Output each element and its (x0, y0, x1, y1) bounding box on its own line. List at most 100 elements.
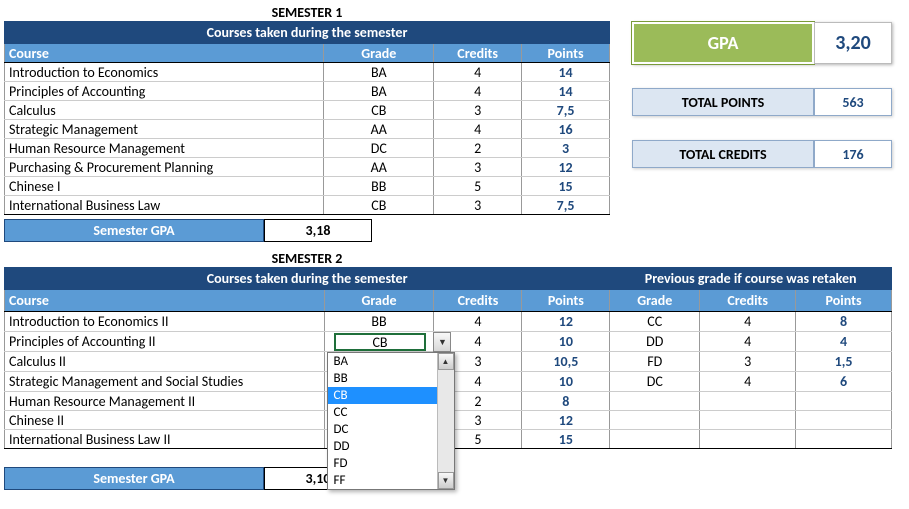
cell-course[interactable]: Principles of Accounting (5, 82, 324, 101)
table-row: Principles of Accounting II CB ▼ BABBCBC… (5, 332, 892, 352)
table-row: International Business LawCB37,5 (5, 196, 610, 215)
cell-prev-grade[interactable] (610, 392, 700, 411)
cell-course[interactable]: Strategic Management and Social Studies (5, 372, 325, 392)
cell-course[interactable]: International Business Law II (5, 430, 325, 449)
cell-credits[interactable]: 3 (434, 158, 522, 177)
cell-prev-credits[interactable]: 4 (700, 332, 796, 352)
cell-grade[interactable]: AA (324, 158, 434, 177)
scroll-up-button[interactable]: ▲ (438, 353, 454, 370)
cell-points: 14 (522, 82, 610, 101)
cell-prev-points: 4 (796, 332, 892, 352)
col-points: Points (522, 290, 610, 312)
cell-course[interactable]: Calculus (5, 101, 324, 120)
total-points-value: 563 (814, 88, 892, 116)
cell-prev-credits[interactable] (700, 411, 796, 430)
cell-prev-credits[interactable]: 4 (700, 312, 796, 332)
cell-grade[interactable]: BA (324, 82, 434, 101)
cell-grade[interactable]: BB (324, 177, 434, 196)
dropdown-option[interactable]: DC (328, 421, 454, 438)
cell-course[interactable]: Purchasing & Procurement Planning (5, 158, 324, 177)
cell-points: 15 (522, 177, 610, 196)
dropdown-toggle-button[interactable]: ▼ (433, 332, 451, 352)
cell-credits[interactable]: 3 (434, 101, 522, 120)
cell-prev-grade[interactable] (610, 430, 700, 449)
cell-course[interactable]: International Business Law (5, 196, 324, 215)
cell-grade[interactable]: CB (324, 196, 434, 215)
cell-prev-credits[interactable] (700, 392, 796, 411)
summary-block: GPA 3,20 TOTAL POINTS 563 TOTAL CREDITS … (632, 4, 892, 242)
dropdown-option[interactable]: CC (328, 404, 454, 421)
cell-prev-grade[interactable] (610, 411, 700, 430)
cell-course[interactable]: Introduction to Economics II (5, 312, 325, 332)
table-row: Introduction to EconomicsBA414 (5, 63, 610, 82)
cell-credits[interactable]: 2 (434, 139, 522, 158)
cell-points: 10,5 (522, 352, 610, 372)
dropdown-option[interactable]: BA (328, 353, 454, 370)
cell-points: 8 (522, 392, 610, 411)
cell-points: 10 (522, 372, 610, 392)
cell-points: 12 (522, 158, 610, 177)
grade-dropdown-list[interactable]: BABBCBCCDCDDFDFF ▲ ▼ (327, 352, 455, 490)
cell-points: 16 (522, 120, 610, 139)
total-points-label: TOTAL POINTS (632, 88, 814, 116)
cell-points: 7,5 (522, 101, 610, 120)
col-course: Course (5, 44, 324, 63)
dropdown-option[interactable]: DD (328, 438, 454, 455)
cell-course[interactable]: Introduction to Economics (5, 63, 324, 82)
dropdown-option[interactable]: CB (328, 387, 454, 404)
cell-credits[interactable]: 4 (434, 82, 522, 101)
table-row: Principles of AccountingBA414 (5, 82, 610, 101)
cell-prev-grade[interactable]: CC (610, 312, 700, 332)
cell-points: 10 (522, 332, 610, 352)
cell-course[interactable]: Human Resource Management II (5, 392, 325, 411)
cell-credits[interactable]: 4 (434, 120, 522, 139)
cell-grade[interactable]: DC (324, 139, 434, 158)
semester1-table: Courses taken during the semester Course… (4, 21, 610, 215)
sem1-gpa-label: Semester GPA (4, 219, 264, 242)
col-prev-grade: Grade (610, 290, 700, 312)
table-row: Chinese IBB515 (5, 177, 610, 196)
dropdown-option[interactable]: FF (328, 472, 454, 489)
cell-credits[interactable]: 4 (434, 63, 522, 82)
cell-credits[interactable]: 5 (434, 177, 522, 196)
cell-prev-points (796, 392, 892, 411)
cell-points: 15 (522, 430, 610, 449)
cell-course[interactable]: Chinese II (5, 411, 325, 430)
cell-grade[interactable]: BB (324, 312, 434, 332)
cell-points: 12 (522, 411, 610, 430)
cell-course[interactable]: Strategic Management (5, 120, 324, 139)
scroll-down-button[interactable]: ▼ (438, 472, 454, 489)
cell-prev-grade[interactable]: FD (610, 352, 700, 372)
cell-grade[interactable]: CB (324, 101, 434, 120)
total-credits-value: 176 (814, 140, 892, 168)
cell-grade[interactable]: BA (324, 63, 434, 82)
semester1-title: SEMESTER 1 (4, 4, 610, 21)
table-row: Introduction to Economics IIBB412CC48 (5, 312, 892, 332)
cell-course[interactable]: Calculus II (5, 352, 325, 372)
col-grade: Grade (324, 44, 434, 63)
dropdown-scrollbar[interactable]: ▲ ▼ (437, 353, 454, 489)
chevron-up-icon: ▲ (442, 357, 450, 367)
cell-credits[interactable]: 3 (434, 196, 522, 215)
grade-selected-value[interactable]: CB (334, 333, 426, 351)
cell-prev-grade[interactable]: DC (610, 372, 700, 392)
sem2-table-title: Courses taken during the semester (5, 268, 610, 290)
cell-points: 14 (522, 63, 610, 82)
cell-prev-credits[interactable]: 3 (700, 352, 796, 372)
semester2-table: Courses taken during the semester Previo… (4, 267, 892, 449)
cell-course[interactable]: Chinese I (5, 177, 324, 196)
col-prev-credits: Credits (700, 290, 796, 312)
cell-prev-grade[interactable]: DD (610, 332, 700, 352)
col-grade: Grade (324, 290, 434, 312)
cell-prev-credits[interactable] (700, 430, 796, 449)
dropdown-option[interactable]: BB (328, 370, 454, 387)
cell-grade[interactable]: AA (324, 120, 434, 139)
cell-credits[interactable]: 4 (434, 312, 522, 332)
cell-prev-credits[interactable]: 4 (700, 372, 796, 392)
cell-course[interactable]: Principles of Accounting II (5, 332, 325, 352)
chevron-down-icon: ▼ (438, 337, 447, 348)
total-credits-box: TOTAL CREDITS 176 (632, 140, 892, 168)
cell-course[interactable]: Human Resource Management (5, 139, 324, 158)
dropdown-option[interactable]: FD (328, 455, 454, 472)
cell-grade-dropdown[interactable]: CB ▼ BABBCBCCDCDDFDFF ▲ ▼ (324, 332, 434, 352)
